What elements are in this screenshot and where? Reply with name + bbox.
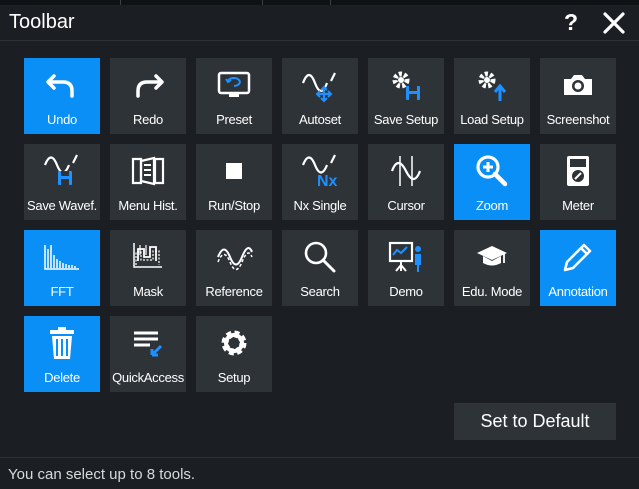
- tool-label: Setup: [217, 370, 251, 385]
- nx-icon-text: Nx: [317, 173, 338, 190]
- close-button[interactable]: [600, 8, 628, 38]
- tool-label: Cursor: [387, 198, 425, 213]
- tool-preset[interactable]: Preset: [196, 58, 272, 134]
- save-setup-icon: [368, 64, 444, 106]
- tool-autoset[interactable]: Autoset: [282, 58, 358, 134]
- tool-reference[interactable]: Reference: [196, 230, 272, 306]
- tool-label: Undo: [47, 112, 77, 127]
- reference-icon: [196, 236, 272, 278]
- tool-run-stop[interactable]: Run/Stop: [196, 144, 272, 220]
- tool-label: Redo: [133, 112, 163, 127]
- tool-screenshot[interactable]: Screenshot: [540, 58, 616, 134]
- dialog-title: Toolbar: [9, 11, 75, 33]
- autoset-icon: [282, 64, 358, 106]
- mask-icon: [110, 236, 186, 278]
- tool-label: Run/Stop: [208, 198, 260, 213]
- tool-label: Nx Single: [293, 198, 347, 213]
- stop-icon: [196, 150, 272, 192]
- status-text: You can select up to 8 tools.: [8, 466, 196, 483]
- tool-menu-hist[interactable]: Menu Hist.: [110, 144, 186, 220]
- tool-label: Demo: [389, 284, 423, 299]
- set-to-default-button[interactable]: Set to Default: [454, 403, 616, 440]
- tool-save-wavef[interactable]: Save Wavef.: [24, 144, 100, 220]
- zoom-icon: [454, 150, 530, 192]
- nx-single-icon: Nx: [282, 150, 358, 192]
- tool-nx-single[interactable]: Nx Nx Single: [282, 144, 358, 220]
- search-icon: [282, 236, 358, 278]
- tool-fft[interactable]: FFT: [24, 230, 100, 306]
- tool-label: FFT: [50, 284, 74, 299]
- load-setup-icon: [454, 64, 530, 106]
- title-divider: [0, 40, 639, 41]
- help-button[interactable]: ?: [558, 8, 584, 38]
- tool-load-setup[interactable]: Load Setup: [454, 58, 530, 134]
- tool-label: Load Setup: [460, 112, 524, 127]
- tool-quickaccess[interactable]: QuickAccess: [110, 316, 186, 392]
- tool-cursor[interactable]: Cursor: [368, 144, 444, 220]
- menu-history-icon: [110, 150, 186, 192]
- tool-label: Menu Hist.: [118, 198, 178, 213]
- tool-demo[interactable]: Demo: [368, 230, 444, 306]
- tool-label: Mask: [133, 284, 163, 299]
- education-icon: [454, 236, 530, 278]
- tool-label: Delete: [44, 370, 80, 385]
- tool-zoom[interactable]: Zoom: [454, 144, 530, 220]
- tool-mask[interactable]: Mask: [110, 230, 186, 306]
- tool-label: Search: [300, 284, 340, 299]
- camera-icon: [540, 64, 616, 106]
- tool-label: Save Setup: [373, 112, 439, 127]
- demo-icon: [368, 236, 444, 278]
- tool-label: Save Wavef.: [27, 198, 97, 213]
- undo-icon: [24, 64, 100, 106]
- quick-access-icon: [110, 322, 186, 364]
- tool-label: Autoset: [299, 112, 341, 127]
- tool-save-setup[interactable]: Save Setup: [368, 58, 444, 134]
- tool-redo[interactable]: Redo: [110, 58, 186, 134]
- tool-label: QuickAccess: [112, 370, 184, 385]
- tool-label: Edu. Mode: [461, 284, 523, 299]
- title-bar: Toolbar ?: [0, 5, 639, 40]
- meter-icon: [540, 150, 616, 192]
- tool-label: Reference: [205, 284, 263, 299]
- trash-icon: [24, 322, 100, 364]
- tool-label: Annotation: [548, 284, 608, 299]
- tool-label: Preset: [216, 112, 252, 127]
- tool-label: Meter: [562, 198, 594, 213]
- gear-icon: [196, 322, 272, 364]
- tool-edu-mode[interactable]: Edu. Mode: [454, 230, 530, 306]
- tool-delete[interactable]: Delete: [24, 316, 100, 392]
- tool-label: Zoom: [475, 198, 509, 213]
- redo-icon: [110, 64, 186, 106]
- fft-icon: [24, 236, 100, 278]
- tool-annotation[interactable]: Annotation: [540, 230, 616, 306]
- pencil-icon: [540, 236, 616, 278]
- tool-setup[interactable]: Setup: [196, 316, 272, 392]
- save-waveform-icon: [24, 150, 100, 192]
- preset-icon: [196, 64, 272, 106]
- tool-meter[interactable]: Meter: [540, 144, 616, 220]
- tool-undo[interactable]: Undo: [24, 58, 100, 134]
- tool-label: Screenshot: [546, 112, 610, 127]
- cursor-icon: [368, 150, 444, 192]
- status-bar: You can select up to 8 tools.: [0, 457, 639, 489]
- tool-search[interactable]: Search: [282, 230, 358, 306]
- close-icon: [603, 12, 625, 34]
